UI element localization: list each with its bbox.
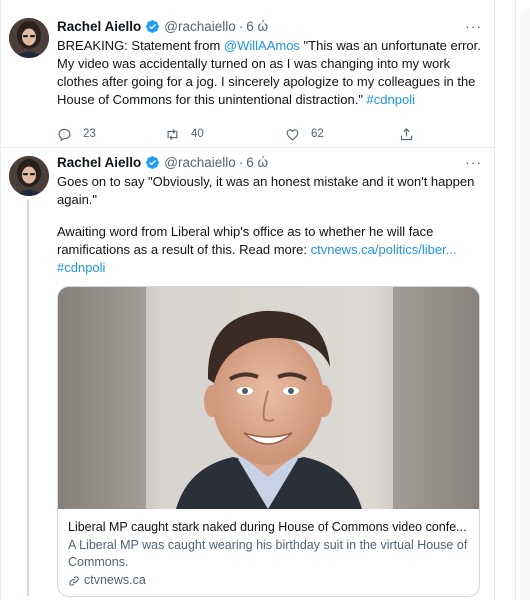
separator-dot: · (238, 18, 244, 34)
link-icon (69, 575, 79, 586)
card-image[interactable] (58, 287, 479, 509)
timestamp[interactable]: 6 ώ (246, 155, 268, 170)
like-icon (286, 128, 299, 140)
tweet-text: Goes on to say "Obviously, it was an hon… (57, 173, 482, 277)
retweet-button[interactable]: 40 (165, 127, 204, 142)
tweet-text: BREAKING: Statement from @WillAAmos "Thi… (57, 37, 482, 109)
share-button[interactable] (399, 127, 414, 142)
timestamp[interactable]: 6 ώ (246, 19, 268, 34)
tweet[interactable]: Rachel Aiello @rachaiello · 6 ώ ··· Goes… (1, 148, 496, 600)
reply-icon (58, 128, 71, 141)
hashtag-link[interactable]: #cdnpoli (367, 92, 415, 107)
link-preview-card[interactable]: Liberal MP caught stark naked during Hou… (57, 286, 480, 597)
card-domain-text: ctvnews.ca (84, 573, 146, 587)
thread-line (27, 200, 29, 596)
verified-badge-icon (145, 155, 160, 170)
tweet-paragraph-2: Awaiting word from Liberal whip's office… (57, 223, 482, 277)
like-count: 62 (311, 128, 324, 140)
timeline: Rachel Aiello @rachaiello · 6 ώ ··· BREA… (0, 0, 496, 600)
author-handle[interactable]: @rachaiello (164, 155, 236, 170)
separator-dot: · (238, 154, 244, 170)
card-title[interactable]: Liberal MP caught stark naked during Hou… (68, 519, 469, 536)
card-domain: ctvnews.ca (68, 572, 469, 589)
share-icon (400, 127, 413, 140)
like-button[interactable]: 62 (285, 127, 324, 142)
tweet-actions: 23 40 62 (57, 124, 427, 144)
reply-button[interactable]: 23 (57, 127, 96, 142)
avatar[interactable] (9, 18, 49, 58)
author-handle[interactable]: @rachaiello (164, 19, 236, 34)
right-sidebar (515, 0, 530, 600)
more-icon[interactable]: ··· (465, 18, 482, 34)
tweet-paragraph-1: Goes on to say "Obviously, it was an hon… (57, 174, 475, 207)
retweet-count: 40 (191, 128, 204, 140)
retweet-icon (167, 128, 178, 140)
article-link[interactable]: ctvnews.ca/politics/liber... (311, 242, 457, 257)
author-name[interactable]: Rachel Aiello (57, 155, 141, 170)
hashtag-link[interactable]: #cdnpoli (57, 260, 105, 275)
author-name[interactable]: Rachel Aiello (57, 19, 141, 34)
tweet-header: Rachel Aiello @rachaiello · 6 ώ (57, 152, 482, 172)
more-icon[interactable]: ··· (465, 154, 482, 170)
mention-link[interactable]: @WillAAmos (224, 38, 300, 53)
avatar[interactable] (9, 156, 49, 196)
sidebar-panel (520, 8, 530, 600)
card-description: A Liberal MP was caught wearing his birt… (68, 538, 468, 569)
tweet-text-prefix: BREAKING: Statement from (57, 38, 224, 53)
tweet[interactable]: Rachel Aiello @rachaiello · 6 ώ ··· BREA… (1, 8, 496, 148)
reply-count: 23 (83, 128, 96, 140)
tweet-header: Rachel Aiello @rachaiello · 6 ώ (57, 16, 482, 36)
verified-badge-icon (145, 19, 160, 34)
